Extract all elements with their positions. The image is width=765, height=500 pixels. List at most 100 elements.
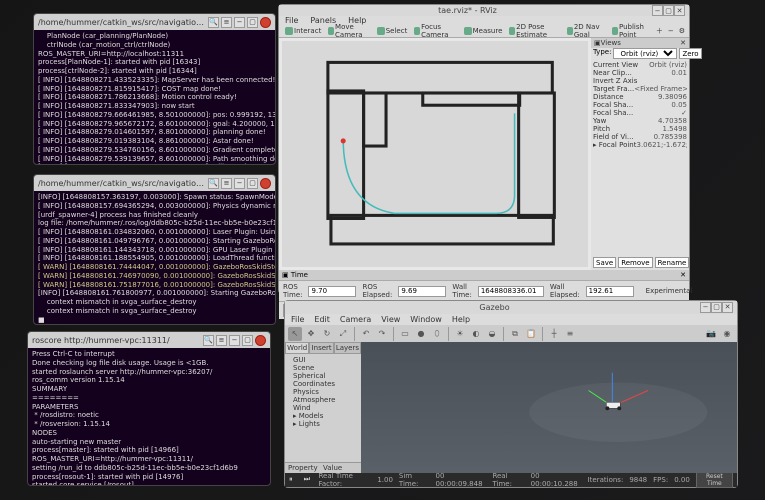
view-property-row[interactable]: Distance9.38096 — [593, 93, 687, 101]
tree-item[interactable]: Atmosphere — [287, 396, 359, 404]
minimize-button[interactable]: − — [229, 335, 240, 346]
minimize-button[interactable]: − — [234, 178, 245, 189]
menu-edit[interactable]: Edit — [314, 315, 330, 324]
box-icon[interactable]: ▭ — [398, 327, 412, 341]
menu-file[interactable]: File — [291, 315, 304, 324]
menu-file[interactable]: File — [285, 16, 298, 25]
menu-icon[interactable]: ≡ — [216, 335, 227, 346]
tool-focus-camera[interactable]: Focus Camera — [412, 23, 458, 39]
view-property-row[interactable]: Field of Vi...0.785398 — [593, 133, 687, 141]
tree-item[interactable]: Scene — [287, 364, 359, 372]
view-property-row[interactable]: Pitch1.5498 — [593, 125, 687, 133]
rviz-titlebar[interactable]: tae.rviz* - RViz − ▢ ✕ — [279, 5, 689, 16]
sphere-icon[interactable]: ● — [414, 327, 428, 341]
log-icon[interactable]: ◉ — [720, 327, 734, 341]
tree-item[interactable]: ▸ Models — [287, 412, 359, 420]
view-property-row[interactable]: Near Clip...0.01 — [593, 69, 687, 77]
view-property-row[interactable]: Current ViewOrbit (rviz) — [593, 61, 687, 69]
minimize-button[interactable]: − — [700, 302, 711, 313]
gazebo-3d-view[interactable] — [361, 342, 737, 473]
undo-icon[interactable]: ↶ — [359, 327, 373, 341]
remove-tool-icon[interactable]: − — [668, 27, 674, 35]
step-icon[interactable]: ⏭ — [304, 475, 313, 485]
tree-item[interactable]: GUI — [287, 356, 359, 364]
scale-tool-icon[interactable]: ⤢ — [336, 327, 350, 341]
close-button[interactable]: ✕ — [722, 302, 733, 313]
cylinder-icon[interactable]: ⬯ — [430, 327, 444, 341]
menu-window[interactable]: Window — [410, 315, 442, 324]
view-property-row[interactable]: ▸ Focal Point3.0621;-1.672;... — [593, 141, 687, 149]
snap-icon[interactable]: ┼ — [547, 327, 561, 341]
menu-icon[interactable]: ≡ — [221, 17, 232, 28]
settings-icon[interactable]: ⚙ — [679, 27, 685, 35]
tree-item[interactable]: Spherical Coordinates — [287, 372, 359, 388]
search-icon[interactable]: 🔍 — [208, 178, 219, 189]
terminal-titlebar[interactable]: /home/hummer/catkin_ws/src/navigation/ca… — [34, 14, 275, 30]
wall-elapsed-value[interactable] — [586, 286, 634, 297]
terminal-output[interactable]: PlanNode (car_planning/PlanNode) ctrlNod… — [34, 30, 275, 164]
pause-icon[interactable]: ⏸ — [289, 475, 298, 485]
rviz-3d-view[interactable] — [282, 41, 588, 267]
menu-view[interactable]: View — [381, 315, 400, 324]
gazebo-titlebar[interactable]: Gazebo − ▢ ✕ — [285, 301, 737, 314]
zero-button[interactable]: Zero — [679, 48, 701, 59]
view-property-row[interactable]: Focal Sha...✓ — [593, 109, 687, 117]
view-type-select[interactable]: Orbit (rviz) — [613, 48, 677, 59]
panel-close-icon[interactable]: ✕ — [680, 271, 686, 279]
minimize-button[interactable]: − — [234, 17, 245, 28]
remove-view-button[interactable]: Remove — [618, 257, 652, 268]
menu-camera[interactable]: Camera — [340, 315, 371, 324]
tool-measure[interactable]: Measure — [462, 27, 505, 35]
views-tree[interactable]: Current ViewOrbit (rviz) Near Clip...0.0… — [591, 59, 689, 255]
search-icon[interactable]: 🔍 — [208, 17, 219, 28]
menu-icon[interactable]: ≡ — [221, 178, 232, 189]
world-tab[interactable]: World — [285, 342, 309, 354]
directional-light-icon[interactable]: ◒ — [485, 327, 499, 341]
paste-icon[interactable]: 📋 — [524, 327, 538, 341]
view-property-row[interactable]: Focal Sha...0.05 — [593, 101, 687, 109]
redo-icon[interactable]: ↷ — [375, 327, 389, 341]
maximize-button[interactable]: ▢ — [247, 17, 258, 28]
select-tool-icon[interactable]: ↖ — [288, 327, 302, 341]
tree-item[interactable]: Physics — [287, 388, 359, 396]
save-view-button[interactable]: Save — [593, 257, 616, 268]
terminal-titlebar[interactable]: roscore http://hummer-vpc:11311/ 🔍 ≡ − ▢ — [28, 332, 270, 348]
copy-icon[interactable]: ⧉ — [508, 327, 522, 341]
maximize-button[interactable]: ▢ — [242, 335, 253, 346]
align-icon[interactable]: ≡ — [563, 327, 577, 341]
maximize-button[interactable]: ▢ — [663, 5, 674, 16]
terminal-titlebar[interactable]: /home/hummer/catkin_ws/src/navigation/ca… — [34, 175, 275, 191]
rotate-tool-icon[interactable]: ↻ — [320, 327, 334, 341]
ros-elapsed-value[interactable] — [398, 286, 446, 297]
screenshot-icon[interactable]: 📷 — [704, 327, 718, 341]
spot-light-icon[interactable]: ◐ — [469, 327, 483, 341]
view-property-row[interactable]: Yaw4.70358 — [593, 117, 687, 125]
tool-select[interactable]: Select — [375, 27, 410, 35]
add-tool-icon[interactable]: ＋ — [656, 26, 663, 36]
close-button[interactable] — [260, 178, 271, 189]
panel-close-icon[interactable]: ✕ — [680, 39, 686, 47]
reset-time-button[interactable]: Reset Time — [696, 472, 733, 488]
wall-time-value[interactable] — [478, 286, 544, 297]
close-button[interactable] — [255, 335, 266, 346]
point-light-icon[interactable]: ☀ — [453, 327, 467, 341]
view-property-row[interactable]: Invert Z Axis — [593, 77, 687, 85]
tree-item[interactable]: ▸ Lights — [287, 420, 359, 428]
tool-2d-nav-goal[interactable]: 2D Nav Goal — [565, 23, 607, 39]
view-property-row[interactable]: Target Fra...<Fixed Frame> — [593, 85, 687, 93]
tool-2d-pose-estimate[interactable]: 2D Pose Estimate — [507, 23, 562, 39]
translate-tool-icon[interactable]: ✥ — [304, 327, 318, 341]
ros-time-value[interactable] — [308, 286, 356, 297]
terminal-output[interactable]: [INFO] [1648808157.363197, 0.003000]: Sp… — [34, 191, 275, 324]
tool-publish-point[interactable]: Publish Point — [610, 23, 653, 39]
rename-view-button[interactable]: Rename — [655, 257, 690, 268]
maximize-button[interactable]: ▢ — [711, 302, 722, 313]
tool-interact[interactable]: Interact — [283, 27, 323, 35]
menu-help[interactable]: Help — [452, 315, 470, 324]
tool-move-camera[interactable]: Move Camera — [326, 23, 371, 39]
minimize-button[interactable]: − — [652, 5, 663, 16]
world-tree[interactable]: GUISceneSpherical CoordinatesPhysicsAtmo… — [285, 354, 361, 462]
insert-tab[interactable]: Insert — [309, 342, 333, 354]
terminal-output[interactable]: Press Ctrl-C to interruptDone checking l… — [28, 348, 270, 485]
layers-tab[interactable]: Layers — [334, 342, 361, 354]
